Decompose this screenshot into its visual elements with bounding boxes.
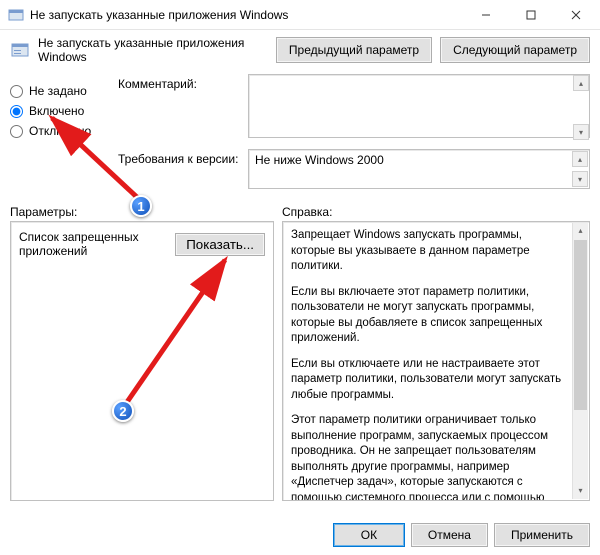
show-list-button[interactable]: Показать...: [175, 233, 265, 256]
blocked-apps-list-label: Список запрещенных приложений: [19, 230, 175, 258]
ok-button[interactable]: ОК: [333, 523, 405, 547]
help-scrollbar[interactable]: ▴ ▾: [572, 223, 588, 499]
radio-disabled-label: Отключено: [29, 124, 91, 138]
apply-button[interactable]: Применить: [494, 523, 590, 547]
header-row: Не запускать указанные приложения Window…: [0, 30, 600, 70]
close-button[interactable]: [553, 0, 598, 29]
radio-enabled-input[interactable]: [10, 105, 23, 118]
cancel-button[interactable]: Отмена: [411, 523, 488, 547]
app-icon: [8, 7, 24, 23]
maximize-button[interactable]: [508, 0, 553, 29]
help-scroll-up[interactable]: ▴: [573, 223, 588, 239]
policy-title: Не запускать указанные приложения Window…: [38, 36, 268, 64]
radio-not-configured-label: Не задано: [29, 84, 87, 98]
state-radio-group: Не задано Включено Отключено: [10, 74, 118, 197]
comment-label: Комментарий:: [118, 74, 248, 91]
comment-textarea[interactable]: [248, 74, 590, 138]
radio-not-configured[interactable]: Не задано: [10, 84, 118, 98]
requirements-label: Требования к версии:: [118, 149, 248, 166]
titlebar: Не запускать указанные приложения Window…: [0, 0, 600, 30]
radio-not-configured-input[interactable]: [10, 85, 23, 98]
comment-scroll-up[interactable]: ▴: [573, 75, 589, 91]
parameters-heading: Параметры:: [10, 205, 282, 219]
dialog-footer: ОК Отмена Применить: [333, 523, 590, 547]
next-setting-button[interactable]: Следующий параметр: [440, 37, 590, 63]
help-paragraph: Если вы отключаете или не настраиваете э…: [291, 357, 569, 404]
window-title: Не запускать указанные приложения Window…: [30, 8, 463, 22]
help-scroll-thumb[interactable]: [574, 240, 587, 410]
requirements-field: Не ниже Windows 2000 ▴ ▾: [248, 149, 590, 189]
minimize-button[interactable]: [463, 0, 508, 29]
policy-icon: [10, 40, 30, 60]
help-paragraph: Если вы включаете этот параметр политики…: [291, 285, 569, 347]
radio-enabled[interactable]: Включено: [10, 104, 118, 118]
help-heading: Справка:: [282, 205, 332, 219]
help-scroll-down[interactable]: ▾: [573, 483, 588, 499]
radio-enabled-label: Включено: [29, 104, 84, 118]
help-paragraph: Этот параметр политики ограничивает толь…: [291, 413, 569, 501]
comment-scroll-down[interactable]: ▾: [573, 124, 589, 140]
requirements-scroll-up[interactable]: ▴: [572, 151, 588, 167]
radio-disabled-input[interactable]: [10, 125, 23, 138]
radio-disabled[interactable]: Отключено: [10, 124, 118, 138]
requirements-scroll-down[interactable]: ▾: [572, 171, 588, 187]
help-paragraph: Запрещает Windows запускать программы, к…: [291, 228, 569, 275]
requirements-value: Не ниже Windows 2000: [255, 153, 384, 167]
parameters-pane: Список запрещенных приложений Показать..…: [10, 221, 274, 501]
previous-setting-button[interactable]: Предыдущий параметр: [276, 37, 432, 63]
help-pane: Запрещает Windows запускать программы, к…: [282, 221, 590, 501]
